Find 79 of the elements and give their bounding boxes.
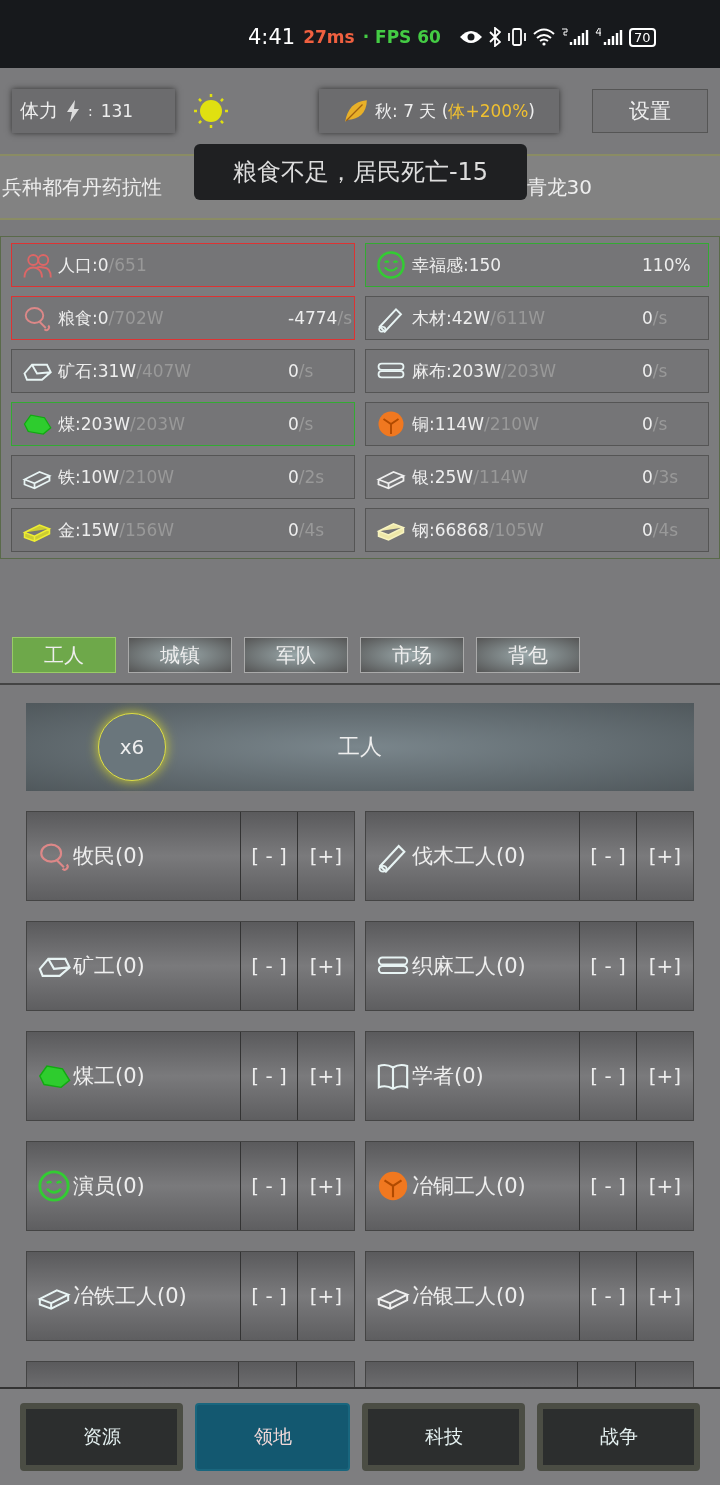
resource-amount: 钢:66868 <box>412 518 489 542</box>
bluetooth-icon <box>488 27 501 47</box>
resource-amount: 矿石:31W <box>58 359 137 383</box>
ore-chunk-icon <box>376 409 406 439</box>
nav-button[interactable]: 科技 <box>362 1403 525 1471</box>
vibrate-icon <box>506 27 527 47</box>
resource-amount: 铜:114W <box>412 412 484 436</box>
leaf-icon <box>343 98 370 124</box>
multiplier-badge[interactable]: x6 <box>98 713 166 781</box>
stamina-separator: : <box>88 103 93 119</box>
increase-button[interactable]: [+] <box>297 1142 354 1230</box>
resource-amount: 幸福感:150 <box>412 253 502 277</box>
increase-button[interactable]: [+] <box>297 1252 354 1340</box>
worker-name: 伐木工人(0) <box>412 843 526 870</box>
worker-name: 冶铁工人(0) <box>73 1283 187 1310</box>
decrease-button[interactable]: [ - ] <box>579 1032 636 1120</box>
smiley-icon <box>37 1169 71 1203</box>
lightning-icon <box>66 100 80 122</box>
increase-button[interactable]: [+] <box>297 922 354 1010</box>
toast-message: 粮食不足，居民死亡-15 <box>194 144 527 200</box>
sun-icon <box>191 91 231 131</box>
category-tab[interactable]: 城镇 <box>128 637 232 673</box>
resource-amount: 麻布:203W <box>412 359 501 383</box>
decrease-button[interactable]: [ - ] <box>240 812 297 900</box>
increase-button[interactable]: [+] <box>636 1032 693 1120</box>
worker-name: 煤工(0) <box>73 1063 145 1090</box>
decrease-button[interactable]: [ - ] <box>579 922 636 1010</box>
increase-button[interactable]: [+] <box>636 922 693 1010</box>
worker-name: 学者(0) <box>412 1063 484 1090</box>
nav-button[interactable]: 领地 <box>195 1403 350 1471</box>
resource-amount: 木材:42W <box>412 306 491 330</box>
increase-button[interactable]: [+] <box>636 812 693 900</box>
category-tab[interactable]: 工人 <box>12 637 116 673</box>
resource-amount: 煤:203W <box>58 412 130 436</box>
decrease-button[interactable]: [ - ] <box>240 922 297 1010</box>
nav-button[interactable]: 资源 <box>20 1403 183 1471</box>
worker-name: 织麻工人(0) <box>412 953 526 980</box>
latency-text: 27ms <box>303 27 355 47</box>
stamina-value: 131 <box>100 101 134 121</box>
increase-button[interactable]: [+] <box>636 1142 693 1230</box>
category-tab[interactable]: 背包 <box>476 637 580 673</box>
increase-button[interactable]: [+] <box>297 1032 354 1120</box>
increase-button[interactable]: [+] <box>636 1252 693 1340</box>
season-text: 秋: 7 天 (体+200%) <box>375 99 535 123</box>
category-tab[interactable]: 市场 <box>360 637 464 673</box>
battery-level: 70 <box>628 27 656 47</box>
settings-button[interactable]: 设置 <box>592 89 708 133</box>
resource-amount: 铁:10W <box>58 465 120 489</box>
increase-button[interactable]: [+] <box>297 812 354 900</box>
decrease-button[interactable]: [ - ] <box>579 1142 636 1230</box>
resource-amount: 银:25W <box>412 465 474 489</box>
signal-icon <box>594 27 623 47</box>
decrease-button[interactable]: [ - ] <box>240 1032 297 1120</box>
decrease-button[interactable]: [ - ] <box>579 812 636 900</box>
worker-name: 冶银工人(0) <box>412 1283 526 1310</box>
decrease-button[interactable]: [ - ] <box>240 1142 297 1230</box>
category-tab[interactable]: 军队 <box>244 637 348 673</box>
section-title: 工人 <box>338 733 382 761</box>
fps-text: · FPS 60 <box>362 27 441 47</box>
resource-amount: 金:15W <box>58 518 120 542</box>
wifi-icon <box>532 28 555 46</box>
resource-rate: 110% <box>642 255 692 275</box>
signal-icon <box>560 27 589 47</box>
nav-button[interactable]: 战争 <box>537 1403 700 1471</box>
worker-name: 牧民(0) <box>73 843 145 870</box>
stamina-label: 体力 <box>20 98 58 123</box>
ore-chunk-icon <box>376 1169 410 1203</box>
ticker-text: 青龙30 <box>526 173 592 201</box>
eye-icon <box>458 29 483 45</box>
resource-amount: 粮食:0 <box>58 306 109 330</box>
ticker-text: 兵种都有丹药抗性 <box>2 173 162 201</box>
resource-amount: 人口:0 <box>58 253 109 277</box>
worker-name: 矿工(0) <box>73 953 145 980</box>
decrease-button[interactable]: [ - ] <box>240 1252 297 1340</box>
decrease-button[interactable]: [ - ] <box>579 1252 636 1340</box>
worker-name: 冶铜工人(0) <box>412 1173 526 1200</box>
smiley-icon <box>376 250 406 280</box>
clock-time: 4:41 <box>248 25 296 49</box>
worker-name: 演员(0) <box>73 1173 145 1200</box>
